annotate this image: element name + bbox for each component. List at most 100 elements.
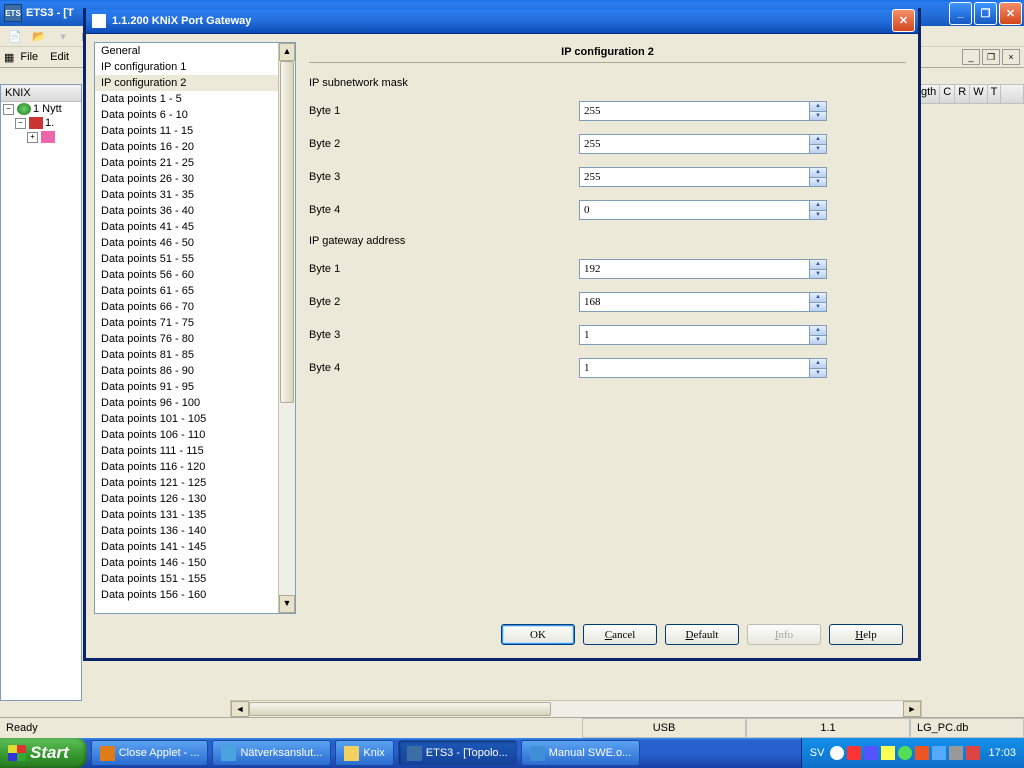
spin-down-icon[interactable]: ▼ [810,178,826,187]
sidebar-item[interactable]: Data points 146 - 150 [95,555,279,571]
taskbar-item[interactable]: Nätverksanslut... [212,740,331,766]
taskbar-item[interactable]: Manual SWE.o... [521,740,641,766]
tray-icon[interactable] [864,746,878,760]
scroll-up-icon[interactable]: ▲ [279,43,295,61]
sidebar-item[interactable]: Data points 16 - 20 [95,139,279,155]
sidebar-scroll-thumb[interactable] [280,61,294,403]
toolbar-open-icon[interactable]: 📂 [28,27,50,45]
sidebar-item[interactable]: Data points 1 - 5 [95,91,279,107]
tree-node[interactable]: −1 Nytt [1,102,81,116]
tray-icon[interactable] [898,746,912,760]
sidebar-item[interactable]: Data points 51 - 55 [95,251,279,267]
spin-up-icon[interactable]: ▲ [810,201,826,211]
subnet-byte4-input[interactable] [579,200,810,220]
sidebar-item[interactable]: Data points 106 - 110 [95,427,279,443]
language-indicator[interactable]: SV [810,747,825,759]
sidebar-item[interactable]: Data points 131 - 135 [95,507,279,523]
sidebar-item[interactable]: Data points 126 - 130 [95,491,279,507]
doc-minimize-button[interactable]: _ [962,49,980,65]
tray-icon[interactable] [830,746,844,760]
sidebar-item[interactable]: Data points 71 - 75 [95,315,279,331]
tray-icon[interactable] [915,746,929,760]
tray-icon[interactable] [949,746,963,760]
sidebar-item[interactable]: Data points 91 - 95 [95,379,279,395]
doc-restore-button[interactable]: ❐ [982,49,1000,65]
spin-up-icon[interactable]: ▲ [810,326,826,336]
taskbar-item[interactable]: Knix [335,740,393,766]
gateway-byte3-spinner[interactable]: ▲▼ [579,325,827,345]
spin-up-icon[interactable]: ▲ [810,359,826,369]
default-button[interactable]: Default [665,624,739,645]
spin-down-icon[interactable]: ▼ [810,336,826,345]
help-button[interactable]: Help [829,624,903,645]
sidebar-item[interactable]: Data points 151 - 155 [95,571,279,587]
sidebar-item[interactable]: Data points 81 - 85 [95,347,279,363]
sidebar-item[interactable]: Data points 136 - 140 [95,523,279,539]
menu-file[interactable]: File [14,49,44,65]
topology-tree[interactable]: KNIX −1 Nytt −1. + [0,84,82,701]
scroll-left-icon[interactable]: ◄ [231,701,249,717]
sidebar-item[interactable]: Data points 86 - 90 [95,363,279,379]
ok-button[interactable]: OK [501,624,575,645]
subnet-byte1-input[interactable] [579,101,810,121]
tree-node[interactable]: −1. [1,116,81,130]
spin-down-icon[interactable]: ▼ [810,145,826,154]
dialog-close-button[interactable]: ✕ [892,9,915,32]
sidebar-item[interactable]: Data points 96 - 100 [95,395,279,411]
spin-down-icon[interactable]: ▼ [810,303,826,312]
scroll-right-icon[interactable]: ► [903,701,921,717]
sidebar-scrollbar[interactable]: ▲ ▼ [278,43,295,613]
doc-close-button[interactable]: × [1002,49,1020,65]
sidebar-item[interactable]: Data points 46 - 50 [95,235,279,251]
subnet-byte1-spinner[interactable]: ▲▼ [579,101,827,121]
sidebar-item[interactable]: Data points 76 - 80 [95,331,279,347]
subnet-byte2-input[interactable] [579,134,810,154]
tray-icon[interactable] [966,746,980,760]
parent-close-button[interactable]: ✕ [999,2,1022,25]
spin-down-icon[interactable]: ▼ [810,270,826,279]
gateway-byte4-input[interactable] [579,358,810,378]
start-button[interactable]: Start [0,738,87,768]
spin-up-icon[interactable]: ▲ [810,102,826,112]
subnet-byte3-input[interactable] [579,167,810,187]
scroll-down-icon[interactable]: ▼ [279,595,295,613]
menu-icon[interactable]: ▦ [4,51,14,64]
gateway-byte1-spinner[interactable]: ▲▼ [579,259,827,279]
sidebar-item[interactable]: Data points 11 - 15 [95,123,279,139]
dialog-titlebar[interactable]: 1.1.200 KNiX Port Gateway ✕ [86,8,918,34]
parent-maximize-button[interactable]: ❐ [974,2,997,25]
tray-icon[interactable] [847,746,861,760]
spin-down-icon[interactable]: ▼ [810,112,826,121]
sidebar-item[interactable]: IP configuration 1 [95,59,279,75]
spin-up-icon[interactable]: ▲ [810,260,826,270]
spin-up-icon[interactable]: ▲ [810,135,826,145]
sidebar-item[interactable]: Data points 41 - 45 [95,219,279,235]
sidebar-item[interactable]: IP configuration 2 [95,75,279,91]
spin-down-icon[interactable]: ▼ [810,211,826,220]
sidebar-item[interactable]: Data points 31 - 35 [95,187,279,203]
horizontal-scrollbar[interactable]: ◄ ► [230,700,922,718]
gateway-byte2-spinner[interactable]: ▲▼ [579,292,827,312]
system-tray[interactable]: SV 17:03 [801,738,1024,768]
menu-edit[interactable]: Edit [44,49,75,65]
column-headers[interactable]: gth C R W T [917,84,1024,104]
sidebar-item[interactable]: Data points 116 - 120 [95,459,279,475]
clock[interactable]: 17:03 [988,747,1016,759]
tray-icon[interactable] [932,746,946,760]
taskbar-item[interactable]: Close Applet - ... [91,740,209,766]
parent-minimize-button[interactable]: _ [949,2,972,25]
toolbar-new-icon[interactable]: 📄 [4,27,26,45]
tree-node[interactable]: + [1,130,81,144]
sidebar-item[interactable]: Data points 101 - 105 [95,411,279,427]
sidebar-item[interactable]: Data points 111 - 115 [95,443,279,459]
tray-icon[interactable] [881,746,895,760]
sidebar-item[interactable]: Data points 26 - 30 [95,171,279,187]
sidebar-item[interactable]: Data points 36 - 40 [95,203,279,219]
sidebar-item[interactable]: Data points 61 - 65 [95,283,279,299]
sidebar-item[interactable]: General [95,43,279,59]
sidebar-item[interactable]: Data points 156 - 160 [95,587,279,603]
spin-up-icon[interactable]: ▲ [810,168,826,178]
sidebar-item[interactable]: Data points 56 - 60 [95,267,279,283]
spin-up-icon[interactable]: ▲ [810,293,826,303]
sidebar-item[interactable]: Data points 6 - 10 [95,107,279,123]
